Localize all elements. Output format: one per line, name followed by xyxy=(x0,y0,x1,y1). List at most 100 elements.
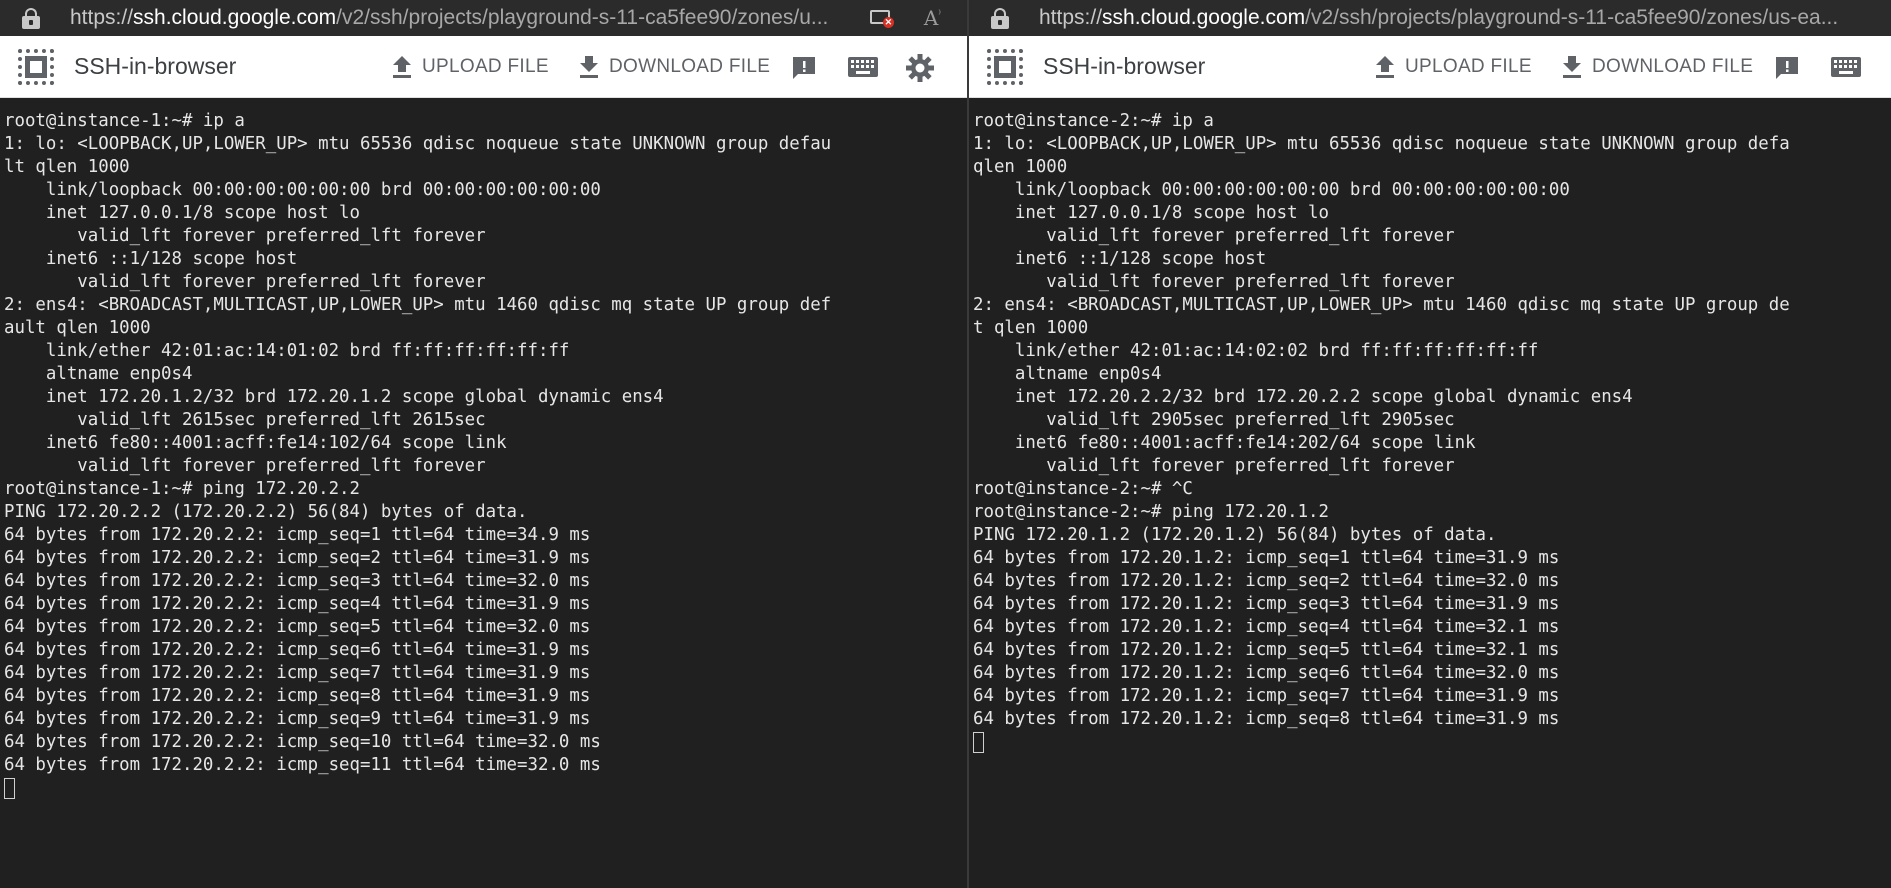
url-host: ssh.cloud.google.com xyxy=(1102,6,1306,29)
url-scheme: https:// xyxy=(1039,6,1103,29)
terminal-line: 1: lo: <LOOPBACK,UP,LOWER_UP> mtu 65536 … xyxy=(4,134,832,154)
app-title: SSH-in-browser xyxy=(74,53,237,79)
upload-icon xyxy=(393,56,411,78)
terminal-line: 1: lo: <LOOPBACK,UP,LOWER_UP> mtu 65536 … xyxy=(973,134,1790,154)
cpu-chip-icon xyxy=(18,48,54,85)
terminal-cursor xyxy=(973,732,984,753)
terminal-line: qlen 1000 xyxy=(973,157,1068,177)
terminal-line: inet 127.0.0.1/8 scope host lo xyxy=(973,203,1329,223)
terminal-line: ault qlen 1000 xyxy=(4,318,151,338)
terminal-line: altname enp0s4 xyxy=(4,364,193,384)
terminal-line: root@instance-1:~# ip a xyxy=(4,111,245,131)
terminal-line: 64 bytes from 172.20.1.2: icmp_seq=8 ttl… xyxy=(973,709,1560,729)
download-file-label: DOWNLOAD FILE xyxy=(609,56,771,77)
url-scheme: https:// xyxy=(70,6,134,29)
cpu-chip-icon xyxy=(987,48,1023,85)
terminal-line: PING 172.20.1.2 (172.20.1.2) 56(84) byte… xyxy=(973,525,1497,545)
terminal-line: link/loopback 00:00:00:00:00:00 brd 00:0… xyxy=(973,180,1570,200)
terminal-line: 64 bytes from 172.20.2.2: icmp_seq=2 ttl… xyxy=(4,548,591,568)
terminal-line: lt qlen 1000 xyxy=(4,157,130,177)
terminal-line: 64 bytes from 172.20.1.2: icmp_seq=6 ttl… xyxy=(973,663,1560,683)
download-icon xyxy=(1563,56,1581,78)
terminal-line: valid_lft 2905sec preferred_lft 2905sec xyxy=(973,410,1455,430)
terminal-line: 64 bytes from 172.20.2.2: icmp_seq=6 ttl… xyxy=(4,640,591,660)
terminal-line: 2: ens4: <BROADCAST,MULTICAST,UP,LOWER_U… xyxy=(973,295,1790,315)
app-title: SSH-in-browser xyxy=(1043,53,1206,79)
gear-icon[interactable] xyxy=(906,54,934,82)
address-bar-actions: ✕ A⁾ xyxy=(855,0,967,36)
download-icon xyxy=(580,56,598,78)
terminal-line: valid_lft forever preferred_lft forever xyxy=(4,226,486,246)
terminal-line: inet6 ::1/128 scope host xyxy=(4,249,298,269)
terminal-line: valid_lft forever preferred_lft forever xyxy=(4,272,486,292)
terminal-line: valid_lft forever preferred_lft forever xyxy=(973,272,1455,292)
terminal-line: 64 bytes from 172.20.2.2: icmp_seq=8 ttl… xyxy=(4,686,591,706)
terminal-line: 64 bytes from 172.20.2.2: icmp_seq=3 ttl… xyxy=(4,571,591,591)
browser-window-instance-1: https://ssh.cloud.google.com/v2/ssh/proj… xyxy=(0,0,967,888)
terminal-output[interactable]: root@instance-1:~# ip a 1: lo: <LOOPBACK,… xyxy=(0,98,967,888)
terminal-line: inet 172.20.1.2/32 brd 172.20.1.2 scope … xyxy=(4,387,664,407)
terminal-line: PING 172.20.2.2 (172.20.2.2) 56(84) byte… xyxy=(4,502,528,522)
terminal-line: 2: ens4: <BROADCAST,MULTICAST,UP,LOWER_U… xyxy=(4,295,832,315)
download-file-button[interactable]: DOWNLOAD FILE xyxy=(1562,36,1753,98)
terminal-line: link/ether 42:01:ac:14:02:02 brd ff:ff:f… xyxy=(973,341,1539,361)
terminal-cursor xyxy=(4,778,15,799)
read-aloud-icon[interactable]: A⁾ xyxy=(924,6,941,30)
terminal-line: 64 bytes from 172.20.1.2: icmp_seq=7 ttl… xyxy=(973,686,1560,706)
screen: https://ssh.cloud.google.com/v2/ssh/proj… xyxy=(0,0,1891,888)
terminal-line: inet6 fe80::4001:acff:fe14:102/64 scope … xyxy=(4,433,507,453)
terminal-line: valid_lft forever preferred_lft forever xyxy=(4,456,486,476)
app-toolbar: SSH-in-browser UPLOAD FILE DOWNLOAD FILE xyxy=(969,36,1891,98)
upload-file-label: UPLOAD FILE xyxy=(1405,56,1532,77)
terminal-line: inet 127.0.0.1/8 scope host lo xyxy=(4,203,360,223)
terminal-line: link/ether 42:01:ac:14:01:02 brd ff:ff:f… xyxy=(4,341,570,361)
terminal-line: root@instance-2:~# ip a xyxy=(973,111,1214,131)
upload-icon xyxy=(1376,56,1394,78)
terminal-line: root@instance-2:~# ^C xyxy=(973,479,1193,499)
terminal-line: inet6 fe80::4001:acff:fe14:202/64 scope … xyxy=(973,433,1476,453)
lock-icon[interactable] xyxy=(22,7,40,29)
terminal-line: 64 bytes from 172.20.1.2: icmp_seq=2 ttl… xyxy=(973,571,1560,591)
terminal-line: 64 bytes from 172.20.2.2: icmp_seq=11 tt… xyxy=(4,755,601,775)
terminal-line: root@instance-1:~# ping 172.20.2.2 xyxy=(4,479,360,499)
terminal-line: link/loopback 00:00:00:00:00:00 brd 00:0… xyxy=(4,180,601,200)
url-host: ssh.cloud.google.com xyxy=(133,6,337,29)
upload-file-button[interactable]: UPLOAD FILE xyxy=(392,36,549,98)
terminal-line: 64 bytes from 172.20.2.2: icmp_seq=9 ttl… xyxy=(4,709,591,729)
download-file-label: DOWNLOAD FILE xyxy=(1592,56,1754,77)
download-file-button[interactable]: DOWNLOAD FILE xyxy=(579,36,770,98)
terminal-line: 64 bytes from 172.20.2.2: icmp_seq=1 ttl… xyxy=(4,525,591,545)
url-text[interactable]: https://ssh.cloud.google.com/v2/ssh/proj… xyxy=(70,6,828,30)
terminal-line: valid_lft forever preferred_lft forever xyxy=(973,226,1455,246)
terminal-line: 64 bytes from 172.20.2.2: icmp_seq=4 ttl… xyxy=(4,594,591,614)
browser-window-instance-2: https://ssh.cloud.google.com/v2/ssh/proj… xyxy=(967,0,1891,888)
upload-file-button[interactable]: UPLOAD FILE xyxy=(1375,36,1532,98)
terminal-output[interactable]: root@instance-2:~# ip a 1: lo: <LOOPBACK,… xyxy=(969,98,1891,888)
terminal-line: inet6 ::1/128 scope host xyxy=(973,249,1267,269)
address-bar[interactable]: https://ssh.cloud.google.com/v2/ssh/proj… xyxy=(969,0,1891,36)
terminal-line: root@instance-2:~# ping 172.20.1.2 xyxy=(973,502,1329,522)
terminal-line: t qlen 1000 xyxy=(973,318,1089,338)
feedback-icon[interactable] xyxy=(1774,55,1800,81)
terminal-line: valid_lft forever preferred_lft forever xyxy=(973,456,1455,476)
url-path: /v2/ssh/projects/playground-s-11-ca5fee9… xyxy=(1305,6,1839,29)
terminal-line: 64 bytes from 172.20.1.2: icmp_seq=5 ttl… xyxy=(973,640,1560,660)
url-text[interactable]: https://ssh.cloud.google.com/v2/ssh/proj… xyxy=(1039,6,1838,30)
keyboard-icon[interactable] xyxy=(1831,57,1861,77)
feedback-icon[interactable] xyxy=(791,55,817,81)
terminal-line: 64 bytes from 172.20.2.2: icmp_seq=10 tt… xyxy=(4,732,601,752)
keyboard-icon[interactable] xyxy=(848,57,878,77)
terminal-line: altname enp0s4 xyxy=(973,364,1162,384)
url-path: /v2/ssh/projects/playground-s-11-ca5fee9… xyxy=(336,6,829,29)
lock-icon[interactable] xyxy=(991,7,1009,29)
terminal-line: 64 bytes from 172.20.2.2: icmp_seq=5 ttl… xyxy=(4,617,591,637)
terminal-line: 64 bytes from 172.20.1.2: icmp_seq=3 ttl… xyxy=(973,594,1560,614)
upload-file-label: UPLOAD FILE xyxy=(422,56,549,77)
terminal-line: 64 bytes from 172.20.2.2: icmp_seq=7 ttl… xyxy=(4,663,591,683)
terminal-line: 64 bytes from 172.20.1.2: icmp_seq=1 ttl… xyxy=(973,548,1560,568)
terminal-line: valid_lft 2615sec preferred_lft 2615sec xyxy=(4,410,486,430)
address-bar[interactable]: https://ssh.cloud.google.com/v2/ssh/proj… xyxy=(0,0,967,36)
terminal-line: inet 172.20.2.2/32 brd 172.20.2.2 scope … xyxy=(973,387,1633,407)
app-toolbar: SSH-in-browser UPLOAD FILE DOWNLOAD FILE xyxy=(0,36,967,98)
extension-blocked-icon[interactable]: ✕ xyxy=(869,8,894,28)
